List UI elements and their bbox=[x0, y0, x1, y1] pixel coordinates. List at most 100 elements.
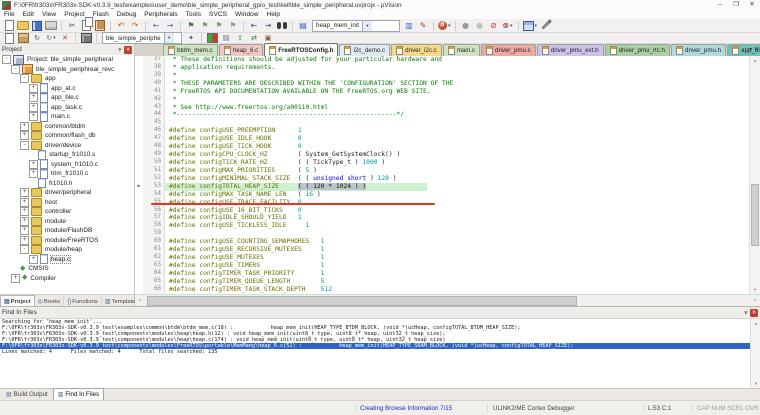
menu-peripherals[interactable]: Peripherals bbox=[140, 11, 181, 18]
tree-item-common-flash-db[interactable]: +common/flash_db bbox=[0, 131, 134, 141]
target-options-button[interactable]: ✦ bbox=[185, 32, 197, 44]
expand-icon[interactable]: + bbox=[20, 226, 29, 235]
editor-tab-main-c[interactable]: main.c bbox=[443, 44, 480, 56]
paste-button[interactable] bbox=[94, 20, 106, 32]
tree-item-system-fr1010-c[interactable]: +system_fr1010.c bbox=[0, 160, 134, 170]
editor-tab-driver-pmu-rtc-h[interactable]: driver_pmu_rtc.h bbox=[605, 44, 670, 56]
tree-item-module-heap[interactable]: -module/heap bbox=[0, 245, 134, 255]
pack-installer-button[interactable]: ⇧ bbox=[234, 32, 246, 44]
editor-tab-freertosconfig-h[interactable]: FreeRTOSConfig.h bbox=[264, 43, 338, 56]
download-button[interactable] bbox=[80, 32, 92, 44]
kill-all-breakpoints-button[interactable]: ⊗▾ bbox=[502, 20, 514, 32]
prev-bookmark-button[interactable]: ⚑ bbox=[199, 20, 211, 32]
tree-item-driver-peripheral[interactable]: +driver/peripheral bbox=[0, 188, 134, 198]
collapse-icon[interactable]: - bbox=[20, 141, 29, 150]
tree-item-driver-device[interactable]: -driver/device bbox=[0, 141, 134, 151]
tree-item-app-ble-c[interactable]: +app_ble.c bbox=[0, 93, 134, 103]
scroll-right-icon[interactable]: › bbox=[750, 298, 760, 304]
search-combobox-arrow-icon[interactable]: ▾ bbox=[362, 21, 372, 31]
tree-item-app[interactable]: -app bbox=[0, 74, 134, 84]
vertical-scroll-thumb[interactable] bbox=[751, 184, 759, 246]
tree-item-app-at-c[interactable]: +app_at.c bbox=[0, 84, 134, 94]
expand-icon[interactable]: + bbox=[29, 103, 38, 112]
target-combobox[interactable]: ble_simple_periphe▾ bbox=[102, 32, 182, 44]
expand-icon[interactable]: + bbox=[11, 274, 20, 283]
kill-all-breakpoints-button-dropdown-icon[interactable]: ▾ bbox=[510, 23, 513, 29]
check-update-button[interactable]: ⇄ bbox=[248, 32, 260, 44]
manage-items-button[interactable]: ▤ bbox=[220, 32, 232, 44]
copy-button[interactable] bbox=[80, 20, 92, 32]
expand-icon[interactable]: + bbox=[29, 112, 38, 121]
open-book-button[interactable]: ▤ bbox=[297, 20, 309, 32]
clear-bookmarks-button[interactable]: ⚑ bbox=[227, 20, 239, 32]
find-result-line[interactable]: Lines matched: 4 Files matched: 4 Total … bbox=[0, 349, 750, 355]
menu-edit[interactable]: Edit bbox=[19, 11, 38, 18]
expand-icon[interactable]: + bbox=[20, 131, 29, 140]
tree-item-host[interactable]: +host bbox=[0, 198, 134, 208]
scroll-down-icon[interactable]: ▼ bbox=[750, 285, 760, 294]
expand-icon[interactable]: + bbox=[20, 198, 29, 207]
expand-icon[interactable]: + bbox=[29, 84, 38, 93]
expand-icon[interactable]: + bbox=[29, 169, 38, 178]
collapse-icon[interactable]: - bbox=[2, 55, 11, 64]
new-file-button[interactable] bbox=[3, 20, 15, 32]
expand-icon[interactable]: + bbox=[29, 93, 38, 102]
enable-breakpoint-button[interactable]: ● bbox=[474, 20, 486, 32]
incremental-find-button[interactable]: ✎ bbox=[417, 20, 429, 32]
scroll-left-icon[interactable]: ‹ bbox=[135, 298, 145, 304]
editor-tab-i2c-demo-c[interactable]: i2c_demo.c bbox=[339, 44, 390, 56]
expand-icon[interactable]: + bbox=[20, 122, 29, 131]
menu-debug[interactable]: Debug bbox=[113, 11, 140, 18]
editor-tab-driver-pmu-c[interactable]: driver_pmu.c bbox=[481, 44, 536, 56]
pin-icon[interactable]: ➤ bbox=[116, 47, 123, 52]
output-tab-find-in-files[interactable]: ▥Find In Files bbox=[53, 388, 104, 400]
disable-all-breakpoints-button[interactable]: ⊘ bbox=[488, 20, 500, 32]
editor-tab-driver-i2c-c[interactable]: driver_i2c.c bbox=[391, 44, 442, 56]
editor-tab-driver-pmu-ext-h[interactable]: driver_pmu_ext.h bbox=[537, 44, 604, 56]
tab-list-icon[interactable]: ▾ bbox=[749, 46, 752, 53]
tree-item-project-ble-simple-peripheral[interactable]: -Project: ble_simple_peripheral bbox=[0, 55, 134, 65]
editor-tab-heap-6-c[interactable]: heap_6.c bbox=[219, 44, 263, 56]
collapse-icon[interactable]: - bbox=[11, 65, 20, 74]
find-panel-scrollbar[interactable]: ▲ ▼ bbox=[750, 319, 760, 388]
batch-build-button[interactable]: ↻▾ bbox=[45, 32, 57, 44]
toggle-bookmark-button[interactable]: ⚑ bbox=[185, 20, 197, 32]
menu-view[interactable]: View bbox=[38, 11, 60, 18]
find-next-button[interactable]: ▥ bbox=[403, 20, 415, 32]
configure-button[interactable] bbox=[539, 20, 551, 32]
target-combobox-arrow-icon[interactable]: ▾ bbox=[164, 33, 174, 43]
tree-item-compiler[interactable]: +◆Compiler bbox=[0, 274, 134, 284]
editor-vertical-scrollbar[interactable]: ▲ ▼ bbox=[749, 56, 760, 294]
redo-button[interactable]: ↷ bbox=[129, 20, 141, 32]
find-in-files-button[interactable] bbox=[276, 20, 288, 32]
save-button[interactable] bbox=[31, 20, 43, 32]
print-button[interactable] bbox=[45, 20, 57, 32]
expand-icon[interactable]: + bbox=[20, 217, 29, 226]
stop-build-button[interactable]: ✕ bbox=[59, 32, 71, 44]
menu-window[interactable]: Window bbox=[231, 11, 262, 18]
tree-item-main-c[interactable]: +main.c bbox=[0, 112, 134, 122]
tree-item-module-flashdb[interactable]: +module/FlashDB bbox=[0, 226, 134, 236]
expand-icon[interactable]: + bbox=[29, 160, 38, 169]
pin-icon[interactable]: ➤ bbox=[742, 310, 749, 315]
nav-back-button[interactable]: ← bbox=[150, 20, 162, 32]
expand-icon[interactable]: + bbox=[20, 236, 29, 245]
indent-button[interactable]: ⇥ bbox=[262, 20, 274, 32]
code-editor[interactable]: 37 * These definitions should be adjuste… bbox=[135, 56, 750, 294]
tree-item-ble-simple-periphreal-revc[interactable]: -ble_simple_periphreal_revc bbox=[0, 65, 134, 75]
close-button[interactable]: ✕ bbox=[744, 0, 760, 10]
build-button[interactable] bbox=[17, 32, 29, 44]
debug-session-button[interactable]: d▾ bbox=[438, 20, 451, 32]
translate-button[interactable] bbox=[3, 32, 15, 44]
maximize-button[interactable]: ❐ bbox=[728, 0, 744, 10]
collapse-icon[interactable]: - bbox=[20, 245, 29, 254]
rebuild-button[interactable]: ↻ bbox=[31, 32, 43, 44]
tree-item-heap-c[interactable]: +heap.c bbox=[0, 255, 134, 265]
manage-rte-button[interactable] bbox=[206, 32, 218, 44]
close-panel-icon[interactable]: ✕ bbox=[124, 46, 132, 54]
editor-tab-btdm-mem-c[interactable]: btdm_mem.c bbox=[163, 44, 218, 56]
tree-item-common-btdm[interactable]: +common/btdm bbox=[0, 122, 134, 132]
horizontal-scroll-thumb[interactable] bbox=[147, 296, 577, 306]
tree-item-controller[interactable]: +controller bbox=[0, 207, 134, 217]
scroll-up-icon[interactable]: ▲ bbox=[750, 56, 760, 65]
